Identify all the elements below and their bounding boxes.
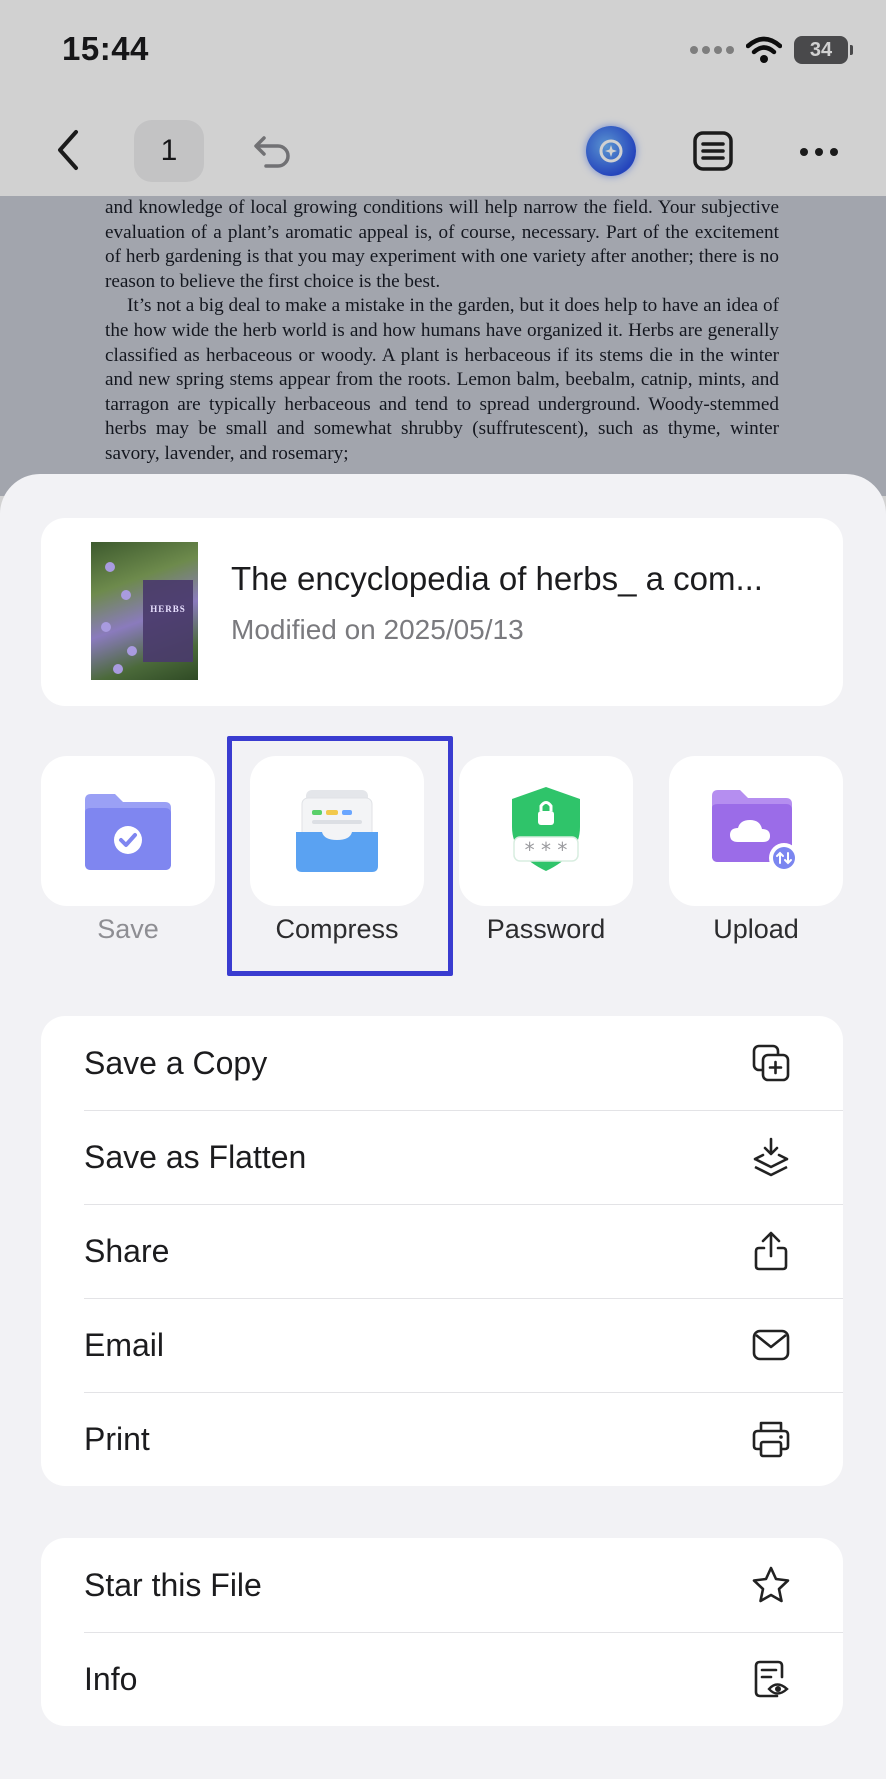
menu-item-label: Info (84, 1660, 138, 1697)
upload-action-tile[interactable] (669, 756, 843, 906)
share-icon (754, 1231, 788, 1271)
menu-item-email[interactable]: Email (41, 1298, 843, 1392)
star-icon (752, 1566, 790, 1603)
file-info-card: HERBS The encyclopedia of herbs_ a com..… (41, 518, 843, 706)
menu-item-info[interactable]: Info (41, 1632, 843, 1726)
menu-item-save-a-copy[interactable]: Save a Copy (41, 1016, 843, 1110)
file-modified-date: Modified on 2025/05/13 (231, 614, 524, 645)
copy-plus-icon (752, 1044, 790, 1082)
upload-action-label: Upload (713, 914, 799, 944)
document-dim-overlay (0, 196, 886, 496)
menu-item-label: Share (84, 1232, 170, 1269)
menu-item-share[interactable]: Share (41, 1204, 843, 1298)
shield-lock-icon: * * * (512, 787, 580, 871)
password-action-label: Password (486, 914, 606, 944)
upload-action[interactable]: Upload (669, 756, 843, 956)
book-cover-thumbnail: HERBS (91, 542, 198, 680)
mail-icon (752, 1329, 790, 1361)
menu-item-label: Print (84, 1420, 150, 1457)
quick-actions-row: Save Compress * * * Password Upload (41, 736, 843, 976)
layers-download-icon (753, 1137, 789, 1177)
cover-title: HERBS (150, 604, 186, 614)
save-action-tile[interactable] (41, 756, 215, 906)
password-action-tile[interactable]: * * * (459, 756, 633, 906)
info-doc-icon (754, 1660, 789, 1698)
file-menu-group: Save a Copy Save as Flatten Share Email … (41, 1016, 843, 1486)
save-action-label: Save (97, 914, 159, 944)
save-action[interactable]: Save (41, 756, 215, 956)
svg-text:* * *: * * * (525, 838, 568, 862)
menu-item-label: Save as Flatten (84, 1138, 307, 1175)
menu-item-label: Email (84, 1326, 165, 1363)
menu-item-save-as-flatten[interactable]: Save as Flatten (41, 1110, 843, 1204)
file-menu-secondary-group: Star this File Info (41, 1538, 843, 1726)
folder-cloud-icon (712, 790, 799, 873)
file-title: The encyclopedia of herbs_ a com... (231, 560, 763, 597)
menu-item-star-this-file[interactable]: Star this File (41, 1538, 843, 1632)
compress-highlight-box (227, 736, 453, 976)
folder-check-icon (85, 794, 171, 870)
menu-item-print[interactable]: Print (41, 1392, 843, 1486)
password-action[interactable]: * * * Password (459, 756, 633, 956)
menu-item-label: Star this File (84, 1566, 262, 1603)
menu-item-label: Save a Copy (84, 1044, 268, 1081)
printer-icon (752, 1421, 790, 1458)
file-actions-sheet: HERBS The encyclopedia of herbs_ a com..… (0, 474, 886, 1779)
